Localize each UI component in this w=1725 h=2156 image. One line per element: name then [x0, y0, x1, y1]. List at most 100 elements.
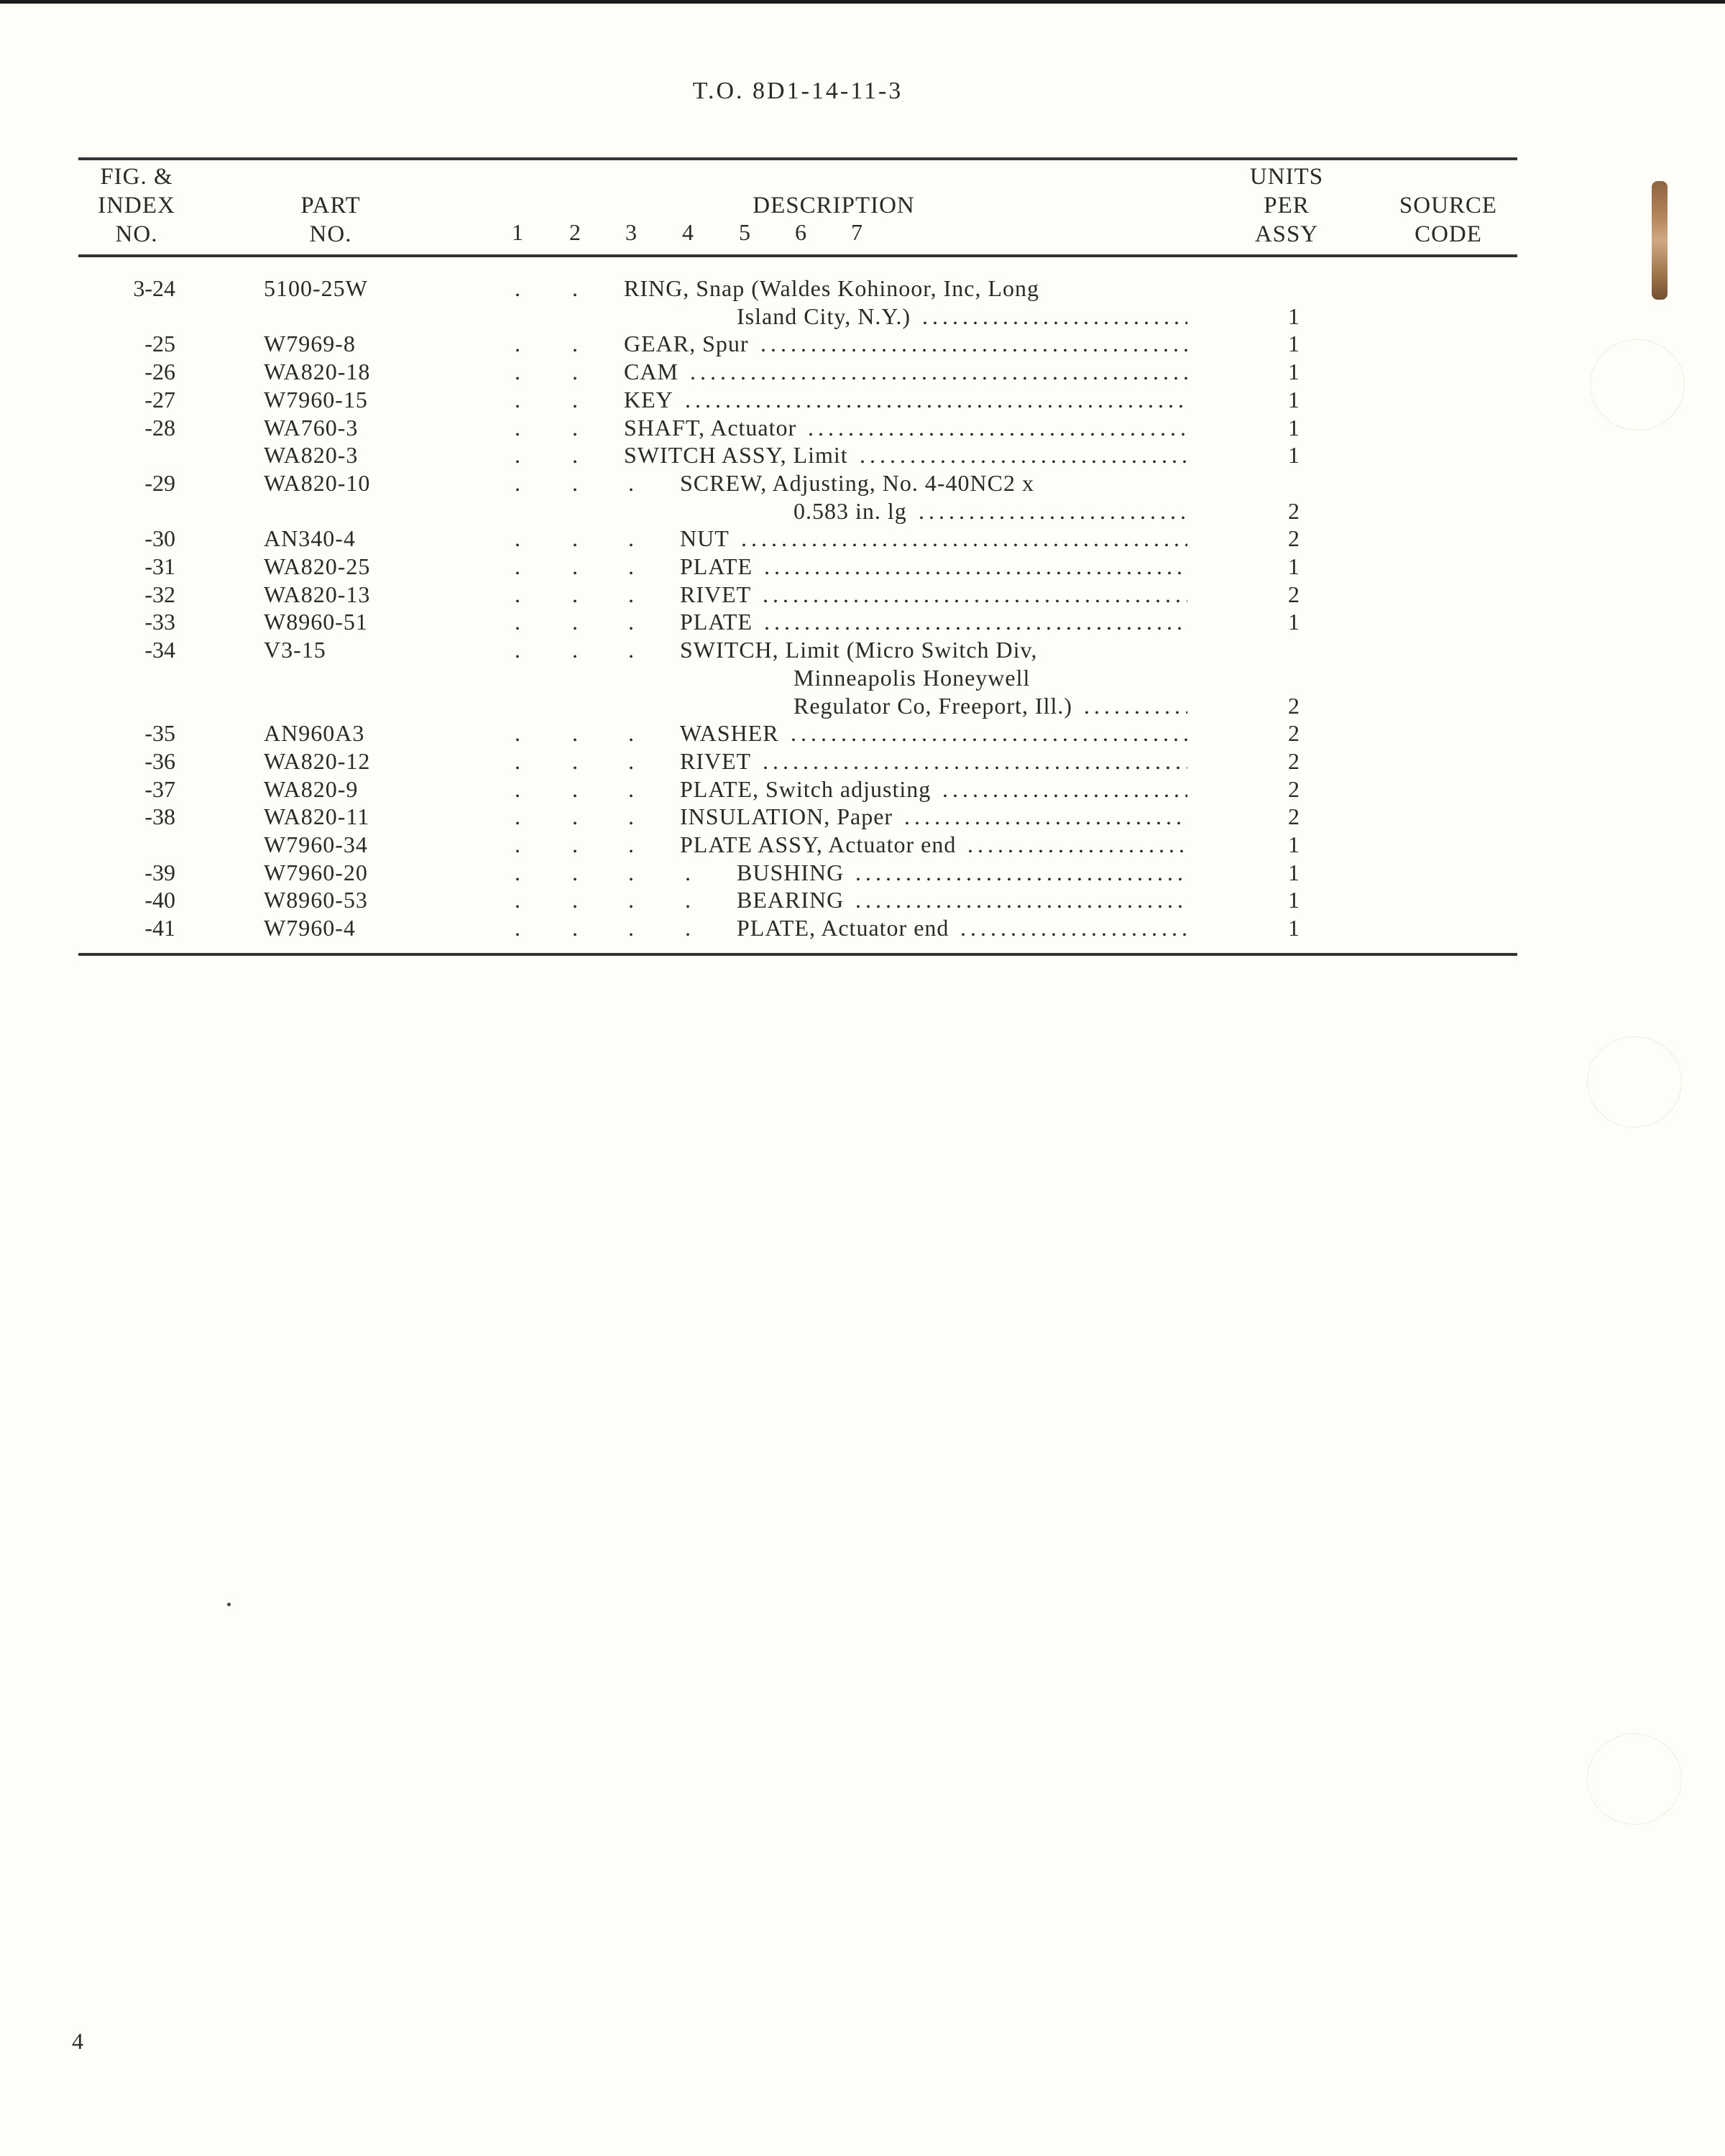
units-per-assy: 1 — [1288, 859, 1300, 885]
page-number: 4 — [72, 2028, 83, 2054]
dot-leader: ................................... — [904, 803, 1187, 830]
fig-index-no: -35 — [144, 720, 175, 747]
indent-level-dot: . — [515, 386, 520, 413]
fig-index-no: -37 — [144, 775, 175, 802]
dot-leader: ........................................… — [690, 359, 1187, 385]
dot-leader: ........................................… — [764, 609, 1187, 635]
indent-level-dot: . — [628, 915, 634, 941]
description-text: PLATE — [680, 553, 753, 579]
units-per-assy: 1 — [1288, 359, 1300, 385]
header-part-line: PART — [300, 193, 361, 218]
description-text: PLATE — [680, 609, 753, 635]
table-row: W7960-34... PLATE ASSY, Actuator end.....… — [0, 831, 1725, 859]
units-per-assy: 2 — [1288, 720, 1300, 747]
table-row: -37 WA820-9... PLATE, Switch adjusting....… — [0, 775, 1725, 803]
indent-level-dot: . — [628, 609, 634, 635]
description-text: 0.583 in. lg — [794, 497, 907, 524]
part-no: V3-15 — [264, 637, 326, 663]
header-level-2: 2 — [569, 219, 581, 245]
indent-level-dot: . — [628, 803, 634, 830]
part-no: AN340-4 — [264, 525, 356, 552]
indent-level-dot: . — [515, 720, 520, 747]
units-per-assy: 1 — [1288, 386, 1300, 413]
indent-level-dot: . — [572, 859, 578, 885]
units-per-assy: 2 — [1288, 747, 1300, 774]
indent-level-dot: . — [572, 831, 578, 857]
indent-level-dot: . — [515, 747, 520, 774]
header-level-1: 1 — [512, 219, 523, 245]
binder-hole-middle — [1587, 1036, 1682, 1128]
header-code-line: CODE — [1414, 221, 1482, 247]
description-text: BUSHING — [737, 859, 845, 885]
fig-index-no: -41 — [144, 915, 175, 941]
indent-level-dot: . — [515, 831, 520, 857]
part-no: WA820-13 — [264, 581, 371, 607]
table-row: -28 WA760-3.. SHAFT, Actuator.............… — [0, 414, 1725, 442]
table-row: -34 V3-15... SWITCH, Limit (Micro Switch D… — [0, 636, 1725, 664]
description-text: GEAR, Spur — [624, 331, 749, 357]
table-row: -38 WA820-11... INSULATION, Paper.........… — [0, 803, 1725, 831]
header-part-no-line: NO. — [309, 221, 352, 247]
fig-index-no: -32 — [144, 581, 175, 607]
dot-leader: ............................. — [960, 915, 1187, 941]
fig-index-no: -33 — [144, 609, 175, 635]
fig-index-no: -40 — [144, 887, 175, 913]
header-source-line: SOURCE — [1399, 193, 1498, 218]
table-bottom-rule — [78, 953, 1517, 956]
indent-level-dot: . — [572, 275, 578, 301]
fig-index-no: -25 — [144, 331, 175, 357]
description-text: NUT — [680, 525, 730, 552]
indent-level-dot: . — [515, 609, 520, 635]
table-row: -35 AN960A3... WASHER.....................… — [0, 719, 1725, 747]
part-no: WA820-10 — [264, 469, 371, 496]
fig-index-no: -26 — [144, 359, 175, 385]
table-header-rule — [78, 254, 1517, 257]
part-no: WA820-11 — [264, 803, 370, 830]
units-per-assy: 2 — [1288, 692, 1300, 719]
table-row-continuation: Island City, N.Y.)......................… — [0, 303, 1725, 331]
units-per-assy: 1 — [1288, 303, 1300, 329]
dot-leader: ........................................… — [791, 720, 1187, 747]
description-text: SCREW, Adjusting, No. 4-40NC2 x — [680, 469, 1034, 496]
part-no: WA820-25 — [264, 553, 371, 579]
dot-leader: ........................................ — [860, 442, 1187, 469]
technical-order-number: T.O. 8D1-14-11-3 — [692, 78, 903, 104]
units-per-assy: 1 — [1288, 331, 1300, 357]
dot-leader: ........................................… — [760, 331, 1187, 357]
part-no: W7960-4 — [264, 915, 356, 941]
description-text: Minneapolis Honeywell — [794, 664, 1031, 691]
fig-index-no: -30 — [144, 525, 175, 552]
units-per-assy: 1 — [1288, 887, 1300, 913]
table-row: -31 WA820-25... PLATE.....................… — [0, 553, 1725, 581]
indent-level-dot: . — [515, 553, 520, 579]
dot-leader: ................................. — [922, 303, 1187, 329]
indent-level-dot: . — [572, 414, 578, 441]
description-text: PLATE, Actuator end — [737, 915, 949, 941]
fig-index-no: -36 — [144, 747, 175, 774]
units-per-assy: 1 — [1288, 553, 1300, 579]
units-per-assy: 2 — [1288, 775, 1300, 802]
table-top-rule — [78, 157, 1517, 160]
part-no: AN960A3 — [264, 720, 365, 747]
indent-level-dot: . — [572, 331, 578, 357]
dot-leader: ........................................… — [763, 581, 1187, 607]
units-per-assy: 2 — [1288, 497, 1300, 524]
units-per-assy: 2 — [1288, 803, 1300, 830]
part-no: WA820-12 — [264, 747, 371, 774]
indent-level-dot: . — [515, 442, 520, 469]
indent-level-dot: . — [628, 581, 634, 607]
indent-level-dot: . — [628, 525, 634, 552]
header-level-5: 5 — [739, 219, 750, 245]
part-no: W7969-8 — [264, 331, 356, 357]
dot-leader: ........................................… — [764, 553, 1187, 579]
part-no: WA820-3 — [264, 442, 359, 469]
indent-level-dot: . — [515, 331, 520, 357]
dot-leader: ............................... — [942, 775, 1187, 802]
fig-index-no: 3-24 — [133, 275, 175, 301]
header-index-line: INDEX — [98, 193, 175, 218]
header-fig-line: FIG. & — [100, 164, 173, 190]
indent-level-dot: . — [628, 720, 634, 747]
description-text: RIVET — [680, 581, 752, 607]
units-per-assy: 2 — [1288, 581, 1300, 607]
indent-level-dot: . — [685, 915, 691, 941]
